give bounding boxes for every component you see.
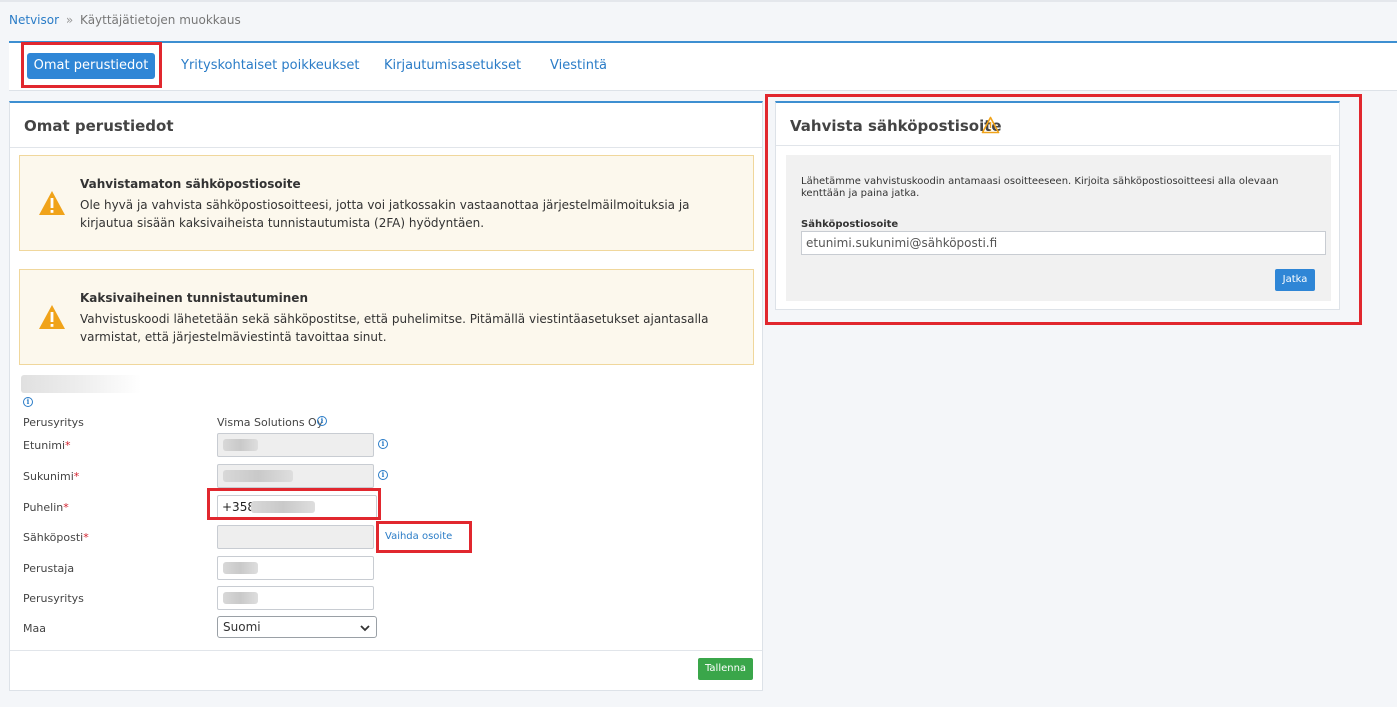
tab-kirjautumisasetukset[interactable]: Kirjautumisasetukset [384, 58, 521, 73]
unverified-email-alert: Vahvistamaton sähköpostiosoite Ole hyvä … [19, 155, 754, 251]
country-label: Maa [23, 622, 46, 635]
tab-viestinta[interactable]: Viestintä [550, 58, 607, 73]
phone-label: Puhelin* [23, 501, 69, 514]
company-value: Visma Solutions Oy [217, 416, 324, 429]
email-field[interactable] [217, 525, 374, 549]
country-select[interactable]: Suomi [217, 616, 377, 638]
first-name-label: Etunimi* [23, 439, 71, 452]
highlight-phone-box [207, 488, 381, 520]
last-name-field[interactable] [217, 464, 374, 488]
founder-field[interactable] [217, 556, 374, 580]
breadcrumb-current: Käyttäjätietojen muokkaus [80, 13, 241, 27]
company-label: Perusyritys [23, 416, 84, 429]
info-circle-icon[interactable]: i [378, 470, 388, 480]
warning-triangle-icon [39, 305, 65, 329]
first-name-field[interactable] [217, 433, 374, 457]
breadcrumb-separator: » [65, 13, 74, 27]
alert-text: Vahvistuskoodi lähetetään sekä sähköpost… [80, 312, 709, 344]
chevron-down-icon [360, 625, 370, 632]
highlight-change-address-box [376, 521, 472, 553]
blurred-value [223, 562, 258, 574]
tab-bar: Omat perustiedot Yrityskohtaiset poikkeu… [9, 41, 1397, 91]
base-company-label: Perusyritys [23, 592, 84, 605]
alert-title: Vahvistamaton sähköpostiosoite [80, 177, 301, 191]
base-company-field[interactable] [217, 586, 374, 610]
save-button[interactable]: Tallenna [698, 658, 753, 680]
breadcrumb: Netvisor » Käyttäjätietojen muokkaus [9, 13, 241, 27]
alert-title: Kaksivaiheinen tunnistautuminen [80, 291, 308, 305]
blurred-value [223, 439, 258, 451]
basic-info-panel: Omat perustiedot Vahvistamaton sähköpost… [9, 101, 763, 691]
tab-yrityskohtaiset-poikkeukset[interactable]: Yrityskohtaiset poikkeukset [181, 58, 359, 73]
breadcrumb-home-link[interactable]: Netvisor [9, 13, 59, 27]
founder-label: Perustaja [23, 562, 75, 575]
info-circle-icon[interactable]: i [23, 397, 33, 407]
two-factor-alert: Kaksivaiheinen tunnistautuminen Vahvistu… [19, 269, 754, 365]
footer-divider [10, 650, 762, 651]
email-label: Sähköposti* [23, 531, 89, 544]
blurred-value [223, 470, 293, 482]
alert-text: Ole hyvä ja vahvista sähköpostiosoittees… [80, 198, 690, 230]
info-circle-icon[interactable]: i [317, 416, 327, 426]
top-border [0, 0, 1397, 2]
panel-divider [10, 147, 762, 148]
user-name-blurred [21, 375, 141, 393]
country-value: Suomi [223, 620, 261, 634]
last-name-label: Sukunimi* [23, 470, 80, 483]
blurred-value [223, 592, 258, 604]
highlight-verify-panel-box [765, 94, 1362, 325]
warning-triangle-icon [39, 191, 65, 215]
highlight-tab-box [21, 42, 162, 88]
info-circle-icon[interactable]: i [378, 439, 388, 449]
panel-title: Omat perustiedot [24, 117, 174, 135]
